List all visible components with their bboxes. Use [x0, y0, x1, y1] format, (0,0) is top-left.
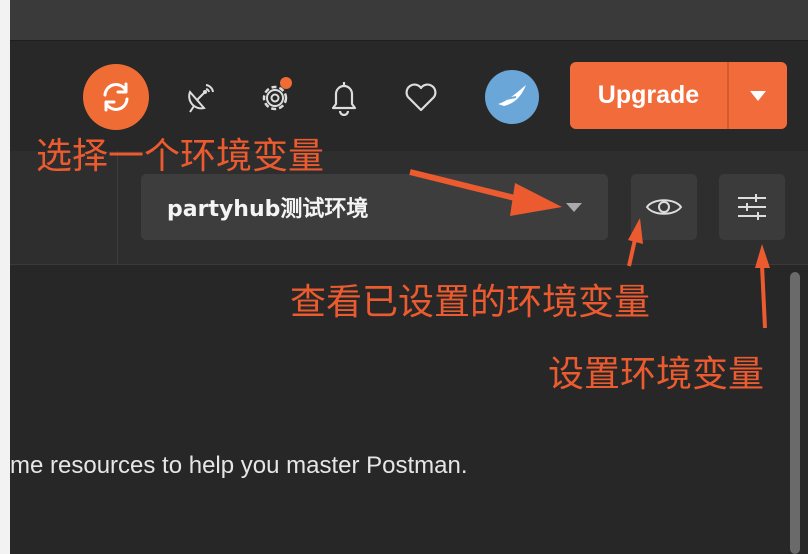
- annotation-view-env: 查看已设置的环境变量: [290, 282, 651, 323]
- sync-icon: [103, 82, 129, 112]
- annotation-set-env: 设置环境变量: [548, 354, 765, 395]
- upgrade-label[interactable]: Upgrade: [570, 81, 727, 110]
- scrollbar[interactable]: [790, 272, 800, 554]
- manage-environments-button[interactable]: [719, 174, 785, 240]
- notifications-button[interactable]: [324, 76, 364, 118]
- bird-icon: [498, 85, 526, 106]
- upgrade-dropdown[interactable]: [729, 90, 787, 102]
- upgrade-button[interactable]: Upgrade: [570, 62, 787, 129]
- gear-icon: [262, 77, 292, 111]
- environment-select-value: partyhub测试环境: [167, 197, 369, 222]
- favorites-button[interactable]: [400, 76, 442, 118]
- bell-icon: [331, 82, 357, 116]
- annotation-select-env: 选择一个环境变量: [36, 136, 325, 177]
- satellite-icon: [188, 84, 214, 113]
- eye-icon: [645, 199, 683, 215]
- caret-down-icon: [566, 203, 582, 212]
- settings-button[interactable]: [256, 74, 298, 118]
- environment-quick-look-button[interactable]: [631, 174, 697, 240]
- sliders-icon: [738, 194, 766, 220]
- user-avatar[interactable]: [485, 70, 539, 124]
- welcome-text: me resources to help you master Postman.: [10, 452, 468, 479]
- title-bar: [10, 0, 808, 41]
- caret-down-icon: [750, 90, 766, 101]
- capture-requests-button[interactable]: [180, 78, 220, 118]
- heart-icon: [405, 83, 437, 112]
- sync-button[interactable]: [83, 64, 149, 130]
- environment-select[interactable]: partyhub测试环境: [141, 174, 608, 240]
